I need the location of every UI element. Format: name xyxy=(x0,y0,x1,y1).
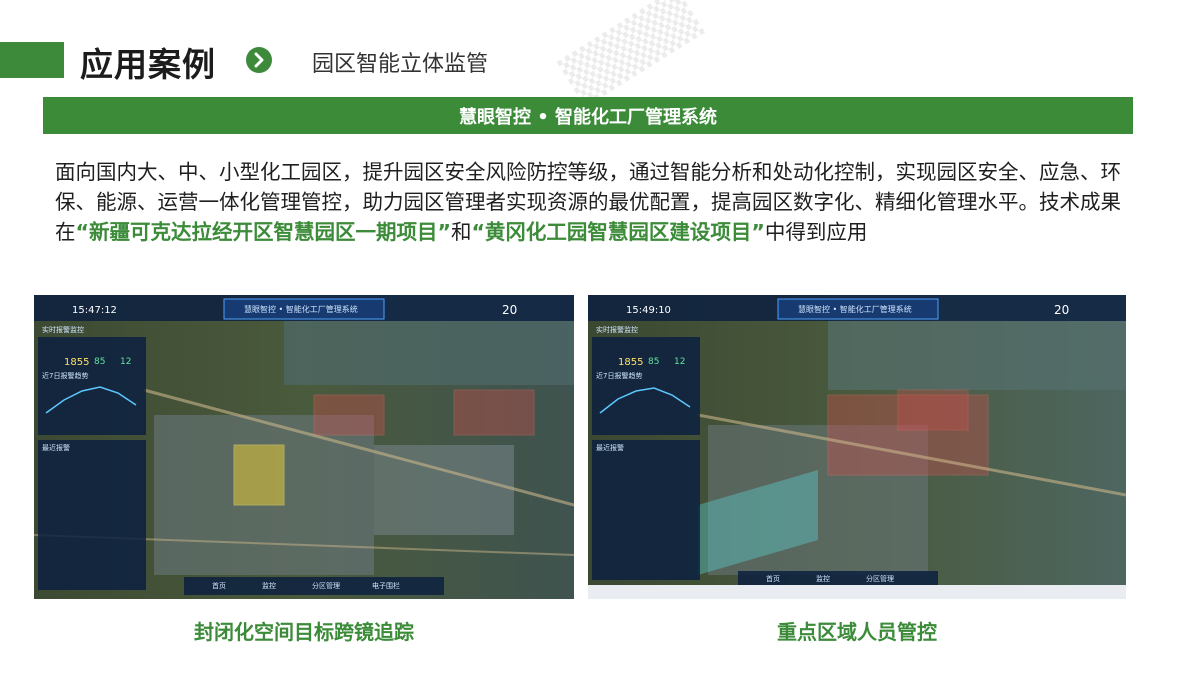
chevron-right-icon xyxy=(246,47,272,73)
page-title: 应用案例 xyxy=(80,45,216,84)
watermark: ▒▒▒▒ xyxy=(556,0,706,108)
caption-tracking: 封闭化空间目标跨镜追踪 xyxy=(194,620,414,644)
nav-monitor[interactable]: 监控 xyxy=(262,581,276,591)
screenshot-tracking: 慧眼智控 • 智能化工厂管理系统 15:47:12 20 实时报警监控 1855… xyxy=(34,295,574,599)
nav-zone[interactable]: 分区管理 xyxy=(866,574,894,584)
alarm-count-3: 12 xyxy=(674,357,686,367)
intro-paragraph: 面向国内大、中、小型化工园区，提升园区安全风险防控等级，通过智能分析和处动化控制… xyxy=(55,157,1125,247)
nav-home[interactable]: 首页 xyxy=(212,581,226,591)
nav-zone[interactable]: 分区管理 xyxy=(312,581,340,591)
alarm-monitor-label: 实时报警监控 xyxy=(42,326,84,334)
screen-time: 15:49:10 xyxy=(626,305,671,316)
screen-title: 慧眼智控 • 智能化工厂管理系统 xyxy=(244,305,358,314)
recent-alarm-label: 最近报警 xyxy=(42,444,70,452)
screenshot-personnel: 慧眼智控 • 智能化工厂管理系统 15:49:10 20 实时报警监控 1855… xyxy=(588,295,1126,599)
heading-accent-bar xyxy=(0,42,64,78)
intro-text-3: 中得到应用 xyxy=(764,220,868,244)
alarm-monitor-label: 实时报警监控 xyxy=(596,326,638,334)
weather-temp: 20 xyxy=(502,303,518,317)
weather-temp: 20 xyxy=(1054,303,1070,317)
trend-label: 近7日报警趋势 xyxy=(596,372,643,380)
satellite-map xyxy=(588,295,1126,599)
alarm-count-3: 12 xyxy=(120,357,132,367)
alarm-total: 1855 xyxy=(618,357,644,368)
trend-label: 近7日报警趋势 xyxy=(42,372,89,380)
nav-monitor[interactable]: 监控 xyxy=(816,574,830,584)
alarm-total: 1855 xyxy=(64,357,90,368)
caption-personnel: 重点区域人员管控 xyxy=(777,620,937,644)
nav-fence[interactable]: 电子围栏 xyxy=(372,581,400,591)
alarm-count-2: 85 xyxy=(648,357,660,367)
system-banner: 慧眼智控 • 智能化工厂管理系统 xyxy=(43,97,1133,134)
screen-title: 慧眼智控 • 智能化工厂管理系统 xyxy=(798,305,912,314)
project-highlight-2: “黄冈化工园智慧园区建设项目” xyxy=(471,220,765,244)
intro-text-2: 和 xyxy=(450,220,472,244)
project-highlight-1: “新疆可克达拉经开区智慧园区一期项目” xyxy=(75,220,451,244)
alarm-count-2: 85 xyxy=(94,357,106,367)
nav-home[interactable]: 首页 xyxy=(766,574,780,584)
satellite-map xyxy=(34,295,574,599)
screen-time: 15:47:12 xyxy=(72,305,117,316)
recent-alarm-label: 最近报警 xyxy=(596,444,624,452)
page-subtitle: 园区智能立体监管 xyxy=(312,52,489,77)
